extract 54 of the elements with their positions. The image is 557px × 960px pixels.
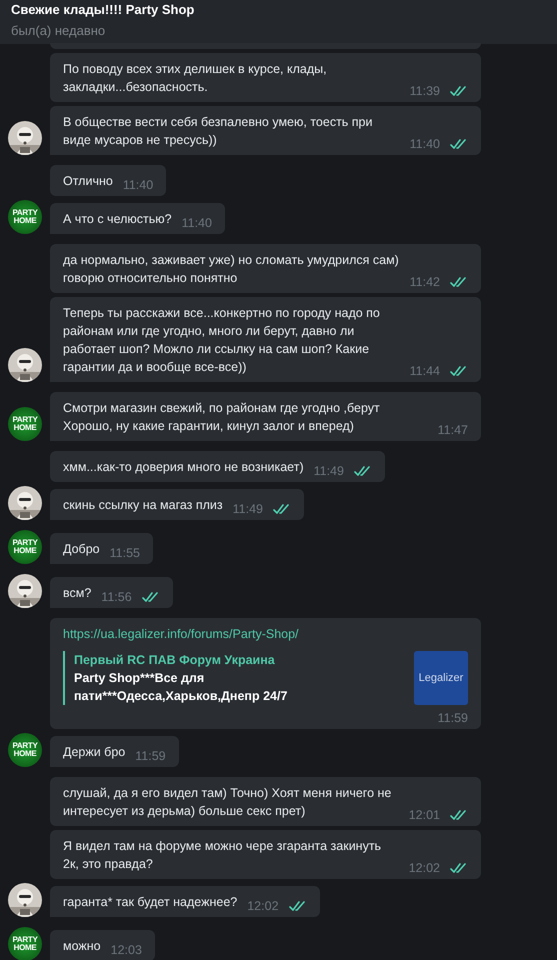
message-time: 11:44	[410, 363, 440, 379]
double-check-icon	[450, 277, 468, 287]
message-text: Отлично	[63, 173, 113, 190]
avatar-logo: PARTY HOME	[8, 927, 42, 960]
message-time: 11:39	[410, 83, 440, 99]
message-time: 11:42	[410, 274, 440, 290]
message-time: 11:40	[410, 136, 440, 152]
message-text: Смотри магазин свежий, по районам где угодно ,берут Хорошо, ну какие гарантии, кинул залог и вперед)	[63, 400, 381, 435]
message-time: 11:40	[182, 215, 212, 231]
message-time: 11:55	[110, 545, 140, 561]
message-time: 12:02	[247, 898, 279, 914]
message-text: А что с челюстью?	[63, 211, 172, 228]
message-time: 12:02	[408, 860, 440, 876]
message-time: 12:01	[408, 807, 440, 823]
avatar-logo: PARTY HOME	[8, 530, 42, 564]
double-check-icon	[142, 592, 160, 602]
message-text: скинь ссылку на магаз плиз	[63, 497, 223, 514]
double-check-icon	[450, 139, 468, 149]
message-time: 11:56	[101, 589, 132, 605]
message-time: 11:59	[135, 748, 166, 764]
avatar-logo: PARTY HOME	[8, 407, 42, 441]
double-check-icon	[450, 863, 468, 873]
double-check-icon	[450, 366, 468, 376]
last-seen-status: был(а) недавно	[11, 22, 106, 40]
message-time: 11:49	[314, 463, 344, 479]
message-text: Держи бро	[63, 744, 126, 761]
double-check-icon	[288, 901, 307, 911]
message-text: слушай, да я его видел там) Точно) Хоят меня ничего не интересует из дерьма) больше секс прет)	[63, 785, 392, 820]
message-text: можно	[63, 938, 101, 955]
double-check-icon	[450, 810, 468, 820]
message-text: В обществе вести себя безпалевно умею, тоесть при виде мусаров не тресусь))	[63, 114, 374, 149]
message-text: хмм...как-то доверия много не возникает)	[63, 459, 304, 476]
message-text: Теперь ты расскажи все...конкертно по городу надо по районам или где угодно, много ли берут, давно ли работает шоп? Можло ли ссылку на сам шоп? Какие гарантии да и вообще все-все))	[63, 305, 381, 376]
double-check-icon	[450, 86, 468, 96]
message-text: Я видел там на форуме можно чере згаранта закинуть 2к, это правда?	[63, 838, 382, 873]
message-text: всм?	[63, 585, 92, 602]
link[interactable]: https://ua.legalizer.info/forums/Party-Shop/	[63, 625, 468, 643]
preview-thumbnail: Legalizer	[414, 651, 468, 705]
message-time: 11:59	[438, 710, 468, 726]
message-time: 11:49	[232, 501, 264, 517]
message-time: 12:03	[110, 942, 142, 958]
message-text: Добро	[63, 541, 100, 558]
message-text: По поводу всех этих делишек в курсе, клады, закладки...безопасность.	[63, 61, 328, 96]
double-check-icon	[273, 504, 292, 514]
message-text: да нормально, заживает уже) но сломать умудрился сам) говорю относительно понятно	[63, 252, 400, 287]
avatar-logo: PARTY HOME	[8, 200, 42, 234]
message-text: гаранта* так будет надежнее?	[63, 894, 238, 911]
message-time: 11:47	[438, 422, 468, 438]
preview-title: Party Shop***Все для пати***Одесса,Харьков,Днепр 24/7	[74, 670, 288, 705]
chat-title: Свежие клады!!!! Party Shop	[11, 1, 196, 19]
message-time: 11:40	[122, 177, 154, 193]
avatar-logo: PARTY HOME	[8, 733, 42, 767]
preview-site-name: Первый RC ПАВ Форум Украина	[74, 652, 276, 669]
double-check-icon	[354, 466, 372, 476]
